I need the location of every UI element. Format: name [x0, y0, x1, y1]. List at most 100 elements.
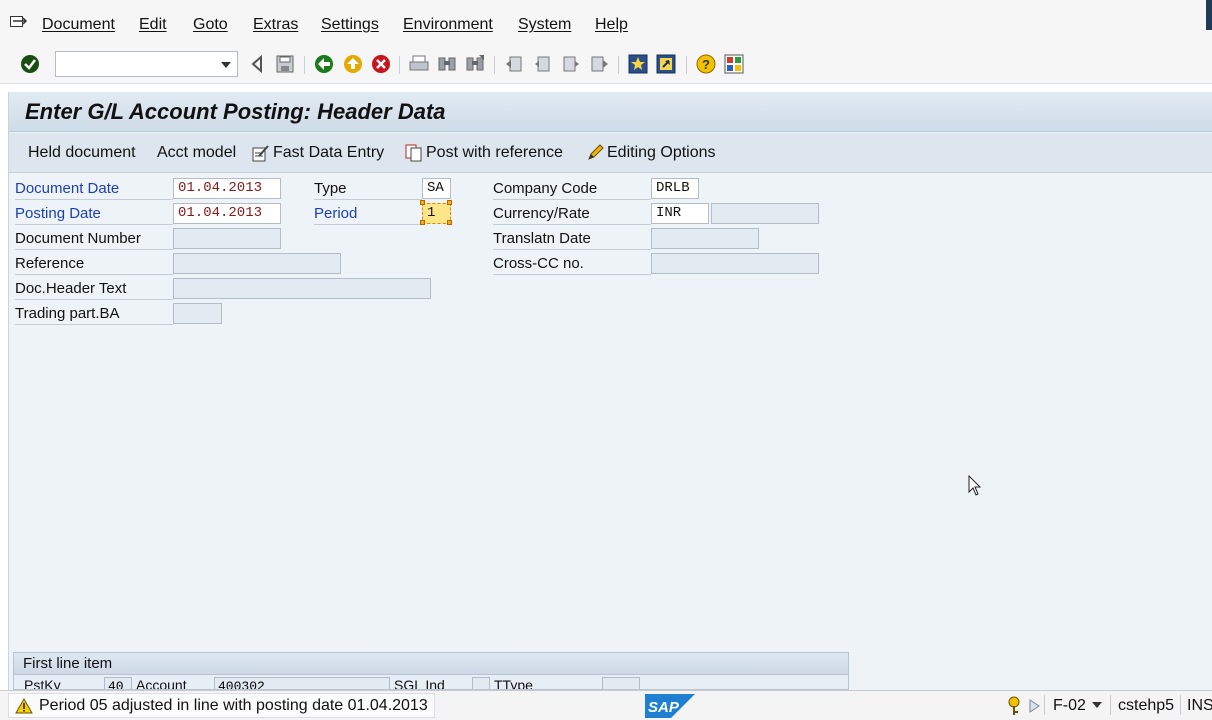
fast-data-entry-button[interactable]: Fast Data Entry — [252, 144, 384, 162]
row-underline — [314, 199, 422, 200]
row-underline — [15, 224, 173, 225]
type-label: Type — [314, 180, 347, 197]
insert-mode[interactable]: INS — [1187, 697, 1212, 715]
row-underline — [493, 199, 651, 200]
toolbar-separator — [494, 56, 495, 74]
back-green-icon[interactable] — [313, 53, 335, 75]
help-icon[interactable]: ? — [695, 53, 717, 75]
translatn-date-field[interactable] — [651, 228, 759, 249]
next-page-icon[interactable] — [560, 53, 582, 75]
selection-handle — [447, 200, 452, 205]
menu-bar: Document Edit Goto Extras Settings Envir… — [0, 0, 1212, 50]
cross-cc-no-field[interactable] — [651, 253, 819, 274]
posting-date-field[interactable]: 01.04.2013 — [173, 203, 281, 224]
document-date-field[interactable]: 01.04.2013 — [173, 178, 281, 199]
held-document-button[interactable]: Held document — [28, 144, 136, 162]
posting-date-label: Posting Date — [15, 205, 101, 222]
document-number-field[interactable] — [173, 228, 281, 249]
row-underline — [15, 199, 173, 200]
menu-extras[interactable]: Extras — [253, 16, 298, 34]
shortcut-icon[interactable] — [655, 53, 677, 75]
toolbar-separator — [399, 56, 400, 74]
menu-goto[interactable]: Goto — [193, 16, 228, 34]
doc-header-text-field[interactable] — [173, 278, 431, 299]
status-message[interactable]: Period 05 adjusted in line with posting … — [8, 693, 435, 718]
back-triangle-icon[interactable] — [246, 53, 268, 75]
expand-triangle-icon[interactable] — [1028, 699, 1040, 713]
screen-title-bar: Enter G/L Account Posting: Header Data — [9, 92, 1212, 132]
trading-part-ba-label: Trading part.BA — [15, 305, 120, 322]
company-code-label: Company Code — [493, 180, 598, 197]
post-with-reference-label: Post with reference — [426, 144, 563, 161]
toolbar-separator — [686, 56, 687, 74]
menu-environment[interactable]: Environment — [403, 16, 493, 34]
exchange-rate-field[interactable] — [711, 203, 819, 224]
find-icon[interactable] — [436, 53, 458, 75]
currency-rate-label: Currency/Rate — [493, 205, 590, 222]
chevron-down-icon[interactable] — [1092, 702, 1102, 708]
status-separator — [1110, 695, 1111, 715]
ttype-label: TType — [494, 677, 533, 690]
company-code-field[interactable]: DRLB — [651, 178, 699, 199]
cross-cc-no-label: Cross-CC no. — [493, 255, 584, 272]
first-page-icon[interactable] — [504, 53, 526, 75]
page-title: Enter G/L Account Posting: Header Data — [25, 99, 446, 124]
row-underline — [493, 274, 651, 275]
row-underline — [314, 224, 422, 225]
warning-icon — [15, 697, 33, 713]
key-icon[interactable] — [1006, 696, 1022, 716]
exit-yellow-icon[interactable] — [342, 53, 364, 75]
find-next-icon[interactable] — [464, 53, 486, 75]
menu-help[interactable]: Help — [595, 16, 628, 34]
system-menu-icon[interactable] — [10, 16, 28, 30]
row-underline — [493, 249, 651, 250]
trading-part-ba-field[interactable] — [173, 303, 222, 324]
acct-model-button[interactable]: Acct model — [157, 144, 236, 162]
selection-handle — [420, 200, 425, 205]
svg-text:SAP: SAP — [648, 699, 680, 716]
toolbar-separator — [618, 56, 619, 74]
chevron-down-icon[interactable] — [221, 62, 231, 68]
currency-field[interactable]: INR — [651, 203, 709, 224]
selection-handle — [447, 220, 452, 225]
command-field[interactable] — [55, 51, 238, 77]
save-icon[interactable] — [274, 53, 296, 75]
mouse-pointer-icon — [968, 475, 982, 496]
previous-page-icon[interactable] — [532, 53, 554, 75]
sgl-ind-field[interactable] — [472, 677, 490, 689]
row-underline — [15, 249, 173, 250]
svg-text:?: ? — [702, 57, 710, 72]
pstky-field[interactable]: 40 — [104, 677, 132, 689]
acct-model-label: Acct model — [157, 144, 237, 161]
selection-handle — [420, 220, 425, 225]
reference-field[interactable] — [173, 253, 341, 274]
document-number-label: Document Number — [15, 230, 141, 247]
status-separator — [1044, 695, 1045, 715]
copy-document-icon — [405, 144, 422, 162]
last-page-icon[interactable] — [588, 53, 610, 75]
document-type-field[interactable]: SA — [422, 178, 451, 199]
menu-document[interactable]: Document — [42, 16, 115, 34]
transaction-code[interactable]: F-02 — [1053, 697, 1086, 715]
row-underline — [15, 299, 173, 300]
fast-entry-icon — [252, 145, 269, 162]
print-icon[interactable] — [408, 53, 430, 75]
fast-data-entry-label: Fast Data Entry — [273, 144, 385, 161]
cancel-red-icon[interactable] — [370, 53, 392, 75]
row-underline — [15, 324, 173, 325]
menu-edit[interactable]: Edit — [139, 16, 167, 34]
sgl-ind-label: SGL Ind — [394, 677, 445, 690]
menu-settings[interactable]: Settings — [321, 16, 379, 34]
pencil-icon — [588, 144, 604, 160]
period-label: Period — [314, 205, 358, 222]
enter-check-icon[interactable] — [19, 53, 41, 75]
editing-options-button[interactable]: Editing Options — [586, 144, 716, 162]
status-message-text: Period 05 adjusted in line with posting … — [39, 696, 428, 714]
account-field[interactable]: 400302 — [214, 677, 390, 689]
menu-system[interactable]: System — [518, 16, 571, 34]
customize-layout-icon[interactable] — [723, 53, 745, 75]
post-with-reference-button[interactable]: Post with reference — [405, 144, 563, 162]
status-separator — [1180, 695, 1181, 715]
ttype-field[interactable] — [602, 677, 640, 689]
create-session-icon[interactable] — [627, 53, 649, 75]
